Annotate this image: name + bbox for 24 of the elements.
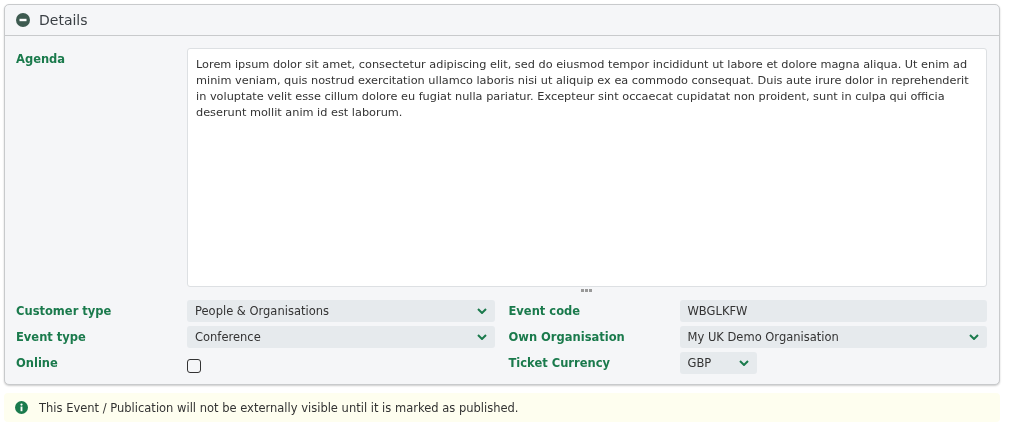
- field-label: Customer type: [16, 304, 113, 318]
- info-icon: [15, 401, 28, 414]
- resize-handle[interactable]: [581, 289, 593, 292]
- field-label: Event type: [16, 330, 87, 344]
- field-label: Event code: [508, 304, 582, 318]
- field-label: Own Organisation: [508, 330, 626, 344]
- panel-header[interactable]: Details: [5, 5, 999, 36]
- chevron-icon: [738, 360, 749, 366]
- text-field[interactable]: WBGLKFW: [679, 300, 987, 322]
- field-label: Online: [16, 356, 59, 370]
- chevron-icon: [476, 308, 487, 314]
- panel-title: Details: [39, 12, 88, 28]
- text-area[interactable]: Lorem ipsum dolor sit amet, consectetur adipiscing elit, sed do eiusmod tempor incididunt ut labore et dolore magna aliqua. Ut enim ad minim veniam, quis nostrud exercitation ullamco laboris nisi ut aliquip ex ea commodo consequat. Duis aute irure dolor in reprehenderit in voluptate velit esse cillum dolore eu fugiat nulla pariatur. Excepteur sint occaecat cupidatat non proident, sunt in culpa qui officia deserunt mollit anim id est laborum.: [187, 48, 987, 287]
- field-label: Agenda: [16, 51, 67, 68]
- collapse-icon[interactable]: [16, 13, 30, 27]
- field-label: Ticket Currency: [508, 356, 611, 370]
- notice-text: This Event / Publication will not be externally visible until it is marked as published.: [39, 400, 519, 415]
- chevron-icon: [476, 334, 487, 340]
- chevron-icon: [969, 334, 979, 340]
- dropdown[interactable]: People & Organisations: [187, 300, 495, 322]
- dropdown[interactable]: GBP: [679, 352, 757, 374]
- dropdown[interactable]: Conference: [187, 326, 495, 348]
- dropdown[interactable]: My UK Demo Organisation: [679, 326, 987, 348]
- checkbox[interactable]: [187, 359, 201, 373]
